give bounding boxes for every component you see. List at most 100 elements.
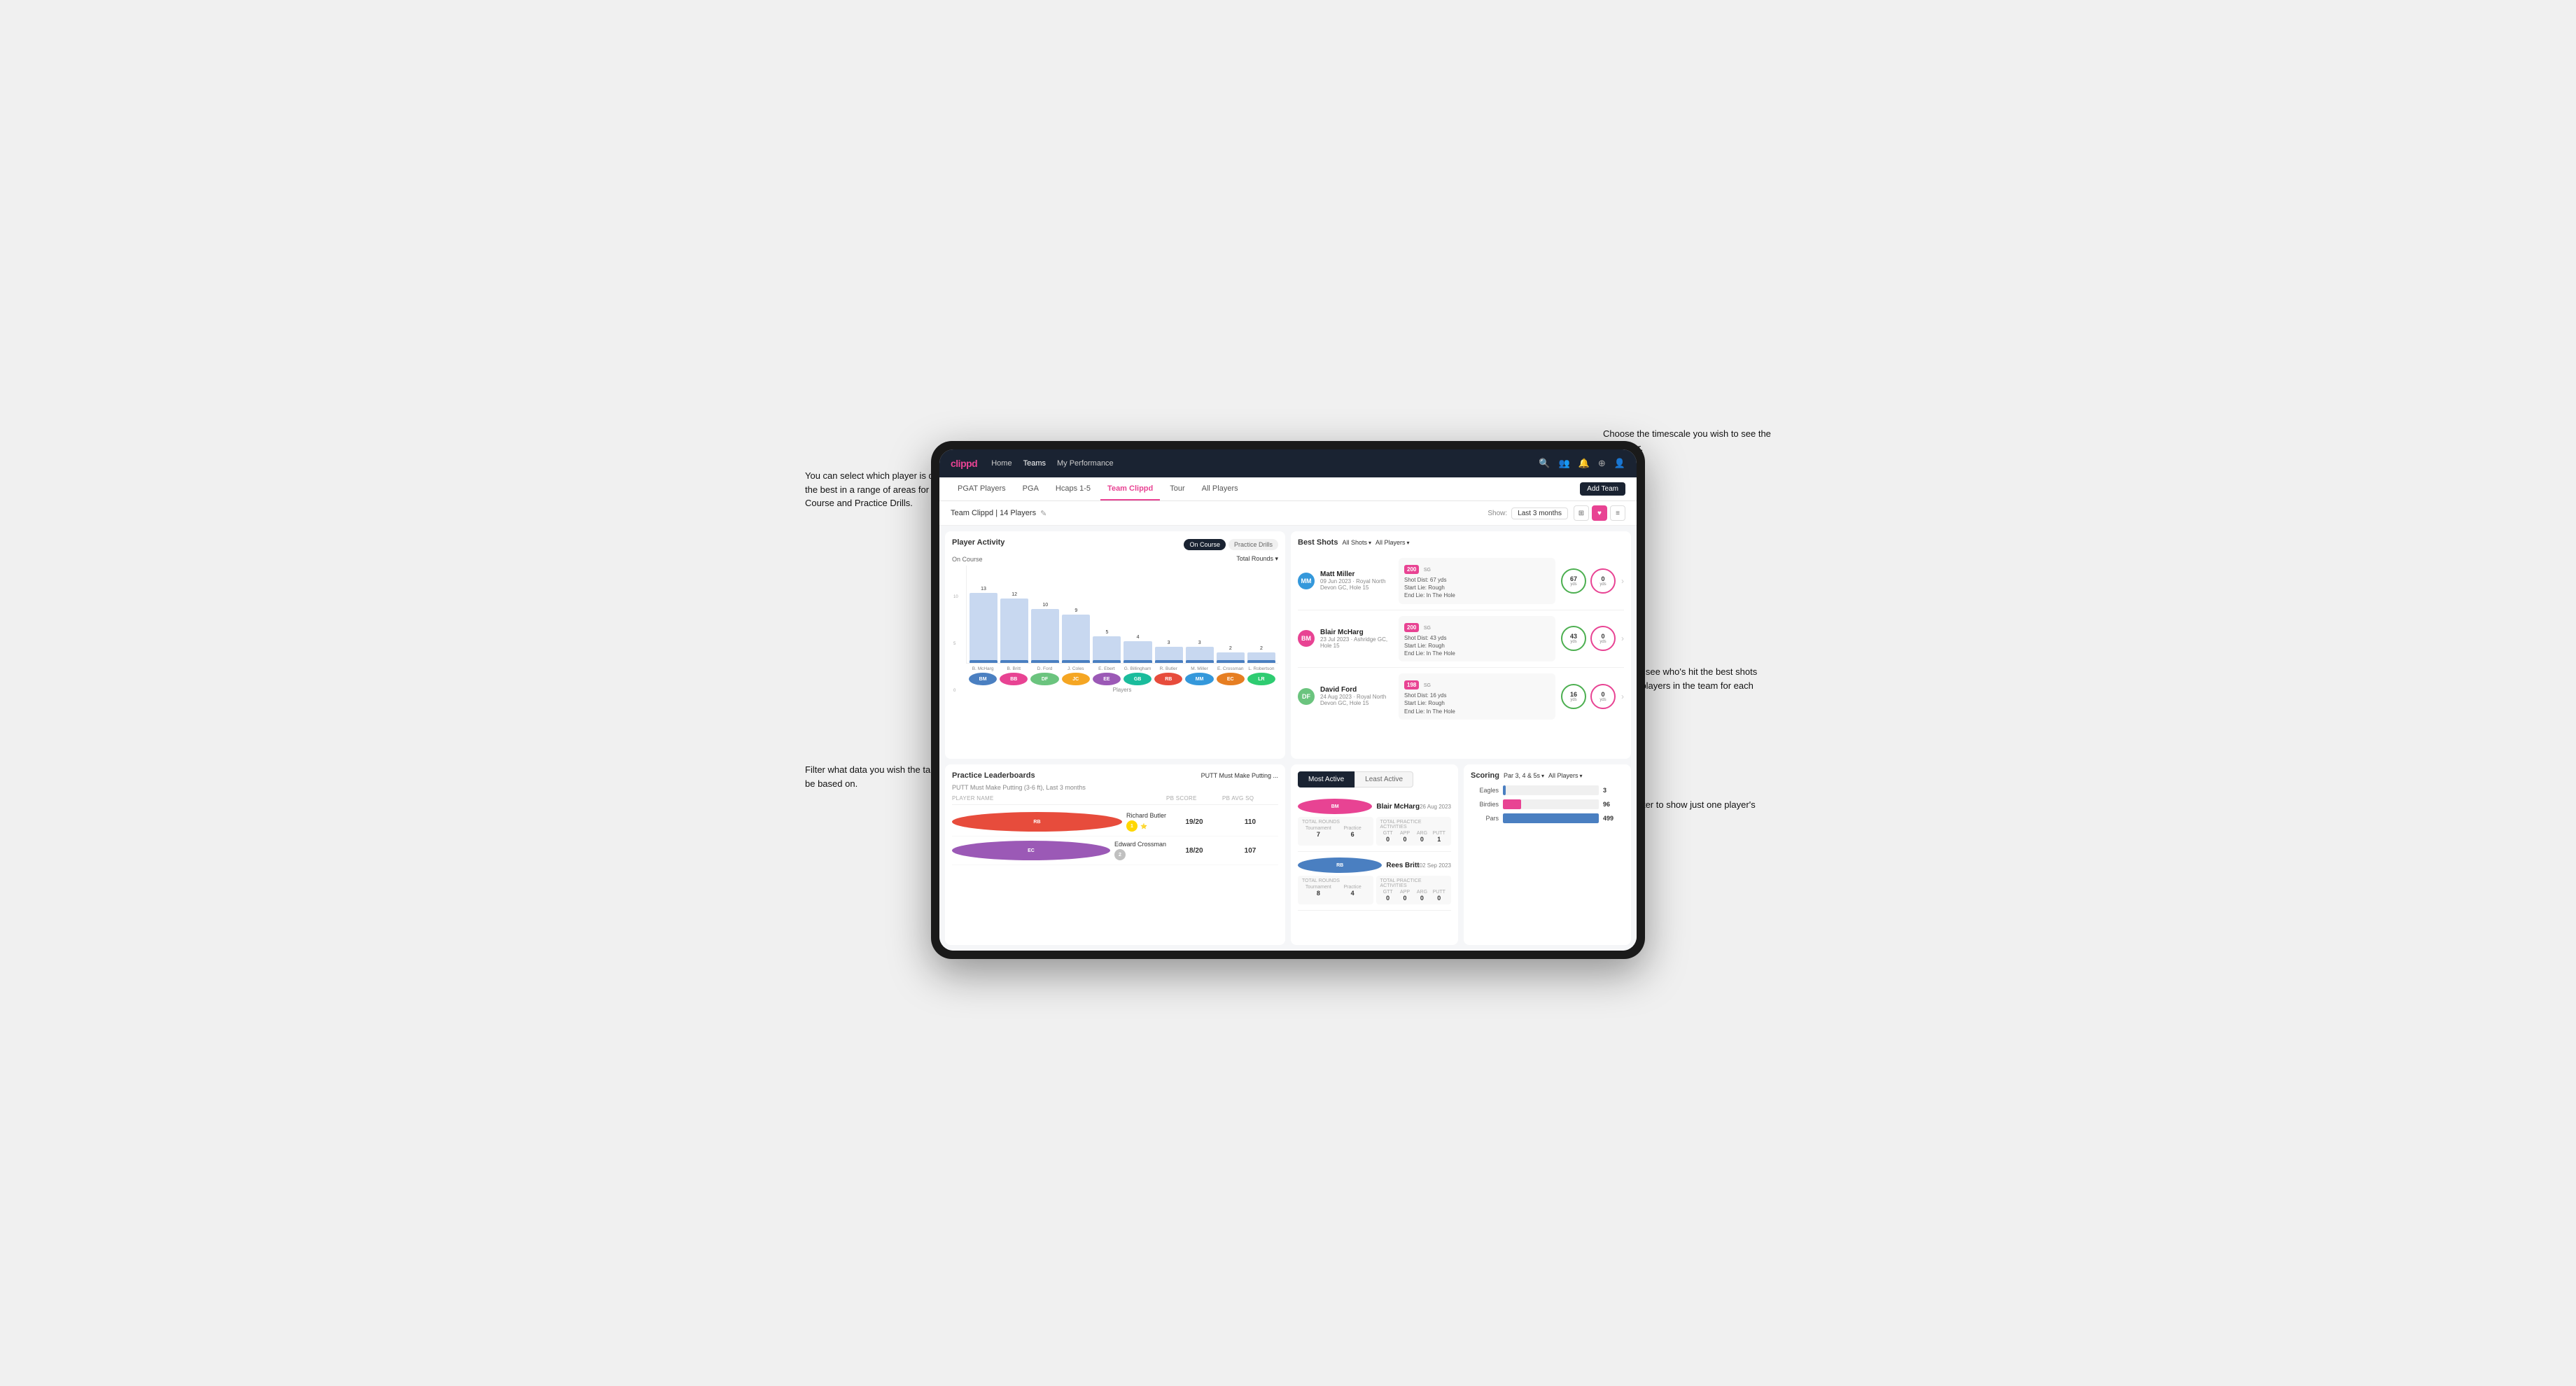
shot-player-info-2: David Ford 24 Aug 2023 · Royal North Dev… <box>1320 686 1393 706</box>
practice-drills-toggle[interactable]: Practice Drills <box>1228 539 1278 550</box>
avatar-6[interactable]: RB <box>1154 673 1182 685</box>
y-tick-5: 5 <box>953 642 958 646</box>
edit-icon[interactable]: ✎ <box>1040 509 1046 518</box>
bar-9 <box>1247 652 1275 663</box>
search-icon[interactable]: 🔍 <box>1539 458 1550 469</box>
brand-logo: clippd <box>951 458 977 469</box>
tab-all-players[interactable]: All Players <box>1195 477 1245 500</box>
practice-leaderboard-panel: Practice Leaderboards PUTT Must Make Put… <box>945 764 1285 945</box>
all-players-dropdown[interactable]: All Players <box>1376 539 1410 546</box>
rounds-grid-1: Tournament 8 Practice 4 <box>1302 885 1369 897</box>
practice-header: Practice Leaderboards PUTT Must Make Put… <box>952 771 1278 780</box>
bar-7 <box>1186 647 1214 663</box>
player-name-lb-0[interactable]: Richard Butler <box>1126 812 1166 819</box>
avatar-3[interactable]: JC <box>1062 673 1090 685</box>
tab-team-clippd[interactable]: Team Clippd <box>1100 477 1160 500</box>
bar-2 <box>1031 609 1059 663</box>
shot-stat-0: Shot Dist: 67 yds <box>1404 576 1550 584</box>
shot-player-name-2[interactable]: David Ford <box>1320 686 1393 694</box>
tab-least-active[interactable]: Least Active <box>1354 771 1413 788</box>
tab-pga[interactable]: PGA <box>1016 477 1046 500</box>
on-course-toggle[interactable]: On Course <box>1184 539 1226 550</box>
bell-icon[interactable]: 🔔 <box>1578 458 1590 469</box>
avatar-7[interactable]: MM <box>1185 673 1213 685</box>
players-label: Players <box>966 687 1278 693</box>
grid-view-icon[interactable]: ⊞ <box>1574 505 1589 521</box>
tab-most-active[interactable]: Most Active <box>1298 771 1354 788</box>
avatar-1[interactable]: BB <box>1000 673 1028 685</box>
avg-cell-0: 110 <box>1222 818 1278 826</box>
player-name-lb-1[interactable]: Edward Crossman <box>1114 841 1166 848</box>
team-header: Team Clippd | 14 Players ✎ Show: Last 3 … <box>939 501 1637 526</box>
add-team-button[interactable]: Add Team <box>1580 482 1625 496</box>
leaderboard-avatar-1: EC <box>952 841 1110 860</box>
people-icon[interactable]: 👥 <box>1559 458 1570 469</box>
bar-0 <box>969 593 997 663</box>
shot-badge-2: 198 <box>1404 680 1419 690</box>
score-row-pars: Pars 499 <box>1471 813 1624 823</box>
score-cell-0: 19/20 <box>1166 818 1222 826</box>
bar-4 <box>1093 636 1121 663</box>
bar-3 <box>1062 615 1090 663</box>
tab-pgat-players[interactable]: PGAT Players <box>951 477 1013 500</box>
shot-stat-2: Shot Dist: 16 yds <box>1404 692 1550 699</box>
rank-badge-1: 2 <box>1114 849 1126 860</box>
avatar-0[interactable]: BM <box>969 673 997 685</box>
shot-player-info-1: Blair McHarg 23 Jul 2023 · Ashridge GC, … <box>1320 629 1393 649</box>
scoring-filter2[interactable]: All Players <box>1548 772 1583 779</box>
shot-avatar-2: DF <box>1298 688 1315 705</box>
leaderboard-row-1: EC Edward Crossman 2 18/20 107 <box>952 836 1278 865</box>
player-cell-1: EC Edward Crossman 2 <box>952 841 1166 860</box>
scoring-panel: Scoring Par 3, 4 & 5s All Players Eagles… <box>1464 764 1631 945</box>
scoring-chart: Eagles 3 Birdies <box>1471 785 1624 823</box>
subnav: PGAT Players PGA Hcaps 1-5 Team Clippd T… <box>939 477 1637 501</box>
navbar-icons: 🔍 👥 🔔 ⊕ 👤 <box>1539 458 1625 469</box>
activity-player-name-0[interactable]: Blair McHarg <box>1376 803 1420 811</box>
avatar-8[interactable]: EC <box>1217 673 1245 685</box>
avatar-2[interactable]: DF <box>1030 673 1058 685</box>
main-content: Player Activity On Course Practice Drill… <box>939 526 1637 951</box>
chevron-right-1[interactable]: › <box>1621 634 1624 643</box>
total-rounds-dropdown[interactable]: Total Rounds ▾ <box>1236 555 1278 563</box>
avatar-5[interactable]: GB <box>1124 673 1152 685</box>
activity-player-name-1[interactable]: Rees Britt <box>1386 862 1419 869</box>
navbar: clippd Home Teams My Performance 🔍 👥 🔔 ⊕… <box>939 449 1637 477</box>
all-shots-dropdown[interactable]: All Shots <box>1342 539 1371 546</box>
chevron-right-2[interactable]: › <box>1621 692 1624 701</box>
scoring-filter1[interactable]: Par 3, 4 & 5s <box>1504 772 1544 779</box>
bar-6 <box>1155 647 1183 663</box>
metric-bubble-end-1: 0 yds <box>1590 626 1616 651</box>
shot-metrics-1: 43 yds 0 yds <box>1561 626 1616 651</box>
navbar-links: Home Teams My Performance <box>991 459 1113 468</box>
practice-sub-0: GTT APP ARG PUTT <box>1380 831 1448 836</box>
y-axis-label: Total Rounds <box>945 580 946 650</box>
metric-bubble-dist-2: 16 yds <box>1561 684 1586 709</box>
score-row-eagles: Eagles 3 <box>1471 785 1624 795</box>
nav-teams[interactable]: Teams <box>1023 459 1046 468</box>
nav-home[interactable]: Home <box>991 459 1011 468</box>
heart-view-icon[interactable]: ♥ <box>1592 505 1607 521</box>
avatar-4[interactable]: EE <box>1093 673 1121 685</box>
practice-sub-1: GTT APP ARG PUTT <box>1380 890 1448 895</box>
bar-8 <box>1217 652 1245 663</box>
chart-wrapper: Total Rounds 0 5 10 13 12 <box>952 566 1278 693</box>
avatar-9[interactable]: LR <box>1247 673 1275 685</box>
plus-circle-icon[interactable]: ⊕ <box>1598 458 1606 469</box>
chevron-right-0[interactable]: › <box>1621 576 1624 586</box>
shot-stat-1: Shot Dist: 43 yds <box>1404 634 1550 642</box>
team-name: Team Clippd | 14 Players <box>951 509 1036 517</box>
user-avatar[interactable]: 👤 <box>1614 458 1625 469</box>
nav-my-performance[interactable]: My Performance <box>1057 459 1114 468</box>
tab-tour[interactable]: Tour <box>1163 477 1191 500</box>
show-dropdown[interactable]: Last 3 months <box>1511 507 1568 519</box>
tab-hcaps[interactable]: Hcaps 1-5 <box>1049 477 1098 500</box>
shot-player-name-1[interactable]: Blair McHarg <box>1320 629 1393 636</box>
list-view-icon[interactable]: ≡ <box>1610 505 1625 521</box>
score-bar-container-pars <box>1503 813 1599 823</box>
practice-dropdown[interactable]: PUTT Must Make Putting ... <box>1201 772 1278 779</box>
bar-group-2: 10 <box>1031 603 1059 663</box>
shot-player-name-0[interactable]: Matt Miller <box>1320 570 1393 578</box>
best-shots-panel: Best Shots All Shots All Players MM Matt… <box>1291 531 1631 759</box>
shot-location-1: 23 Jul 2023 · Ashridge GC, Hole 15 <box>1320 636 1393 649</box>
chart-label: On Course Total Rounds ▾ <box>952 555 1278 563</box>
